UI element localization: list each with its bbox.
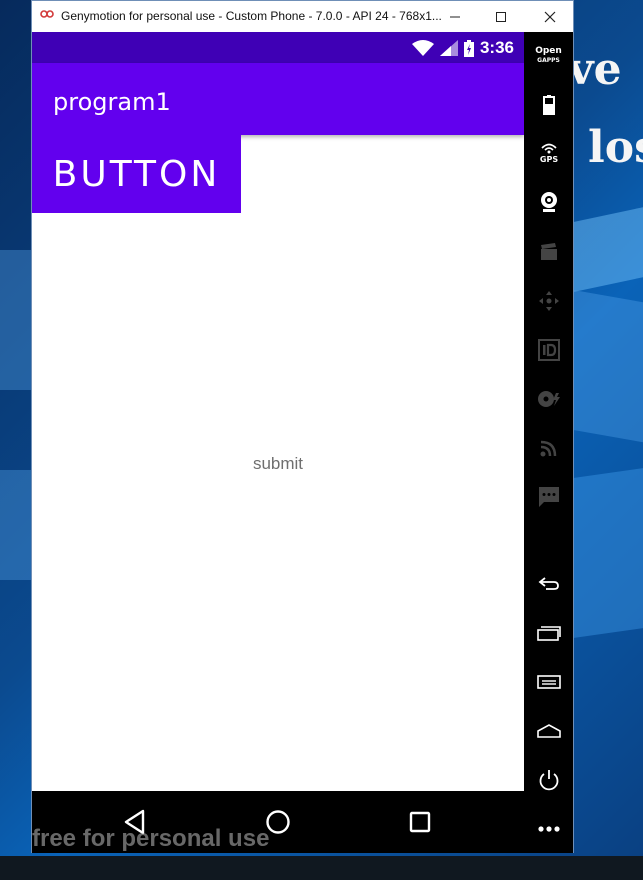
android-screen: 3:36 program1 BUTTON submit bbox=[32, 32, 524, 791]
toolbar-recents-button[interactable] bbox=[524, 615, 573, 651]
status-bar: 3:36 bbox=[32, 32, 524, 63]
cast-button[interactable] bbox=[524, 430, 573, 466]
webcam-icon bbox=[540, 192, 557, 212]
maximize-icon bbox=[496, 11, 506, 22]
app-title: program1 bbox=[53, 88, 171, 116]
power-button[interactable] bbox=[524, 762, 573, 798]
power-icon bbox=[539, 770, 558, 791]
submit-label: submit bbox=[252, 454, 304, 473]
gps-label: GPS bbox=[539, 155, 557, 164]
close-button[interactable] bbox=[527, 1, 573, 32]
dpad-icon bbox=[538, 291, 559, 311]
capture-icon bbox=[540, 243, 557, 260]
nav-bar: free for personal use bbox=[32, 791, 524, 853]
gps-icon: GPS bbox=[539, 143, 558, 164]
more-button[interactable] bbox=[524, 811, 573, 847]
back-icon bbox=[538, 577, 559, 590]
recents-icon bbox=[536, 626, 561, 641]
gps-button[interactable]: GPS bbox=[524, 134, 573, 170]
background-text-1: ve bbox=[568, 44, 622, 95]
minimize-button[interactable] bbox=[432, 1, 478, 32]
recents-icon bbox=[409, 811, 431, 833]
sms-icon bbox=[538, 487, 559, 507]
genymotion-logo-icon bbox=[40, 9, 54, 21]
app-bar: program1 bbox=[32, 63, 524, 135]
toolbar-menu-button[interactable] bbox=[524, 664, 573, 700]
disk-io-button[interactable] bbox=[524, 381, 573, 417]
disk-io-icon bbox=[537, 391, 560, 407]
menu-icon bbox=[536, 675, 561, 689]
toolbar-home-button[interactable] bbox=[524, 713, 573, 749]
opengapps-icon: Open GAPPS bbox=[535, 47, 562, 65]
battery-icon bbox=[542, 95, 555, 115]
main-button[interactable]: BUTTON bbox=[32, 135, 241, 213]
opengapps-line1: Open bbox=[535, 46, 562, 56]
maximize-button[interactable] bbox=[478, 1, 524, 32]
taskbar bbox=[0, 856, 643, 880]
battery-icon bbox=[463, 39, 474, 57]
genymotion-toolbar: Open GAPPS GPS bbox=[524, 32, 573, 853]
dpad-button[interactable] bbox=[524, 283, 573, 319]
sms-button[interactable] bbox=[524, 479, 573, 515]
cast-icon bbox=[540, 440, 556, 457]
battery-button[interactable] bbox=[524, 87, 573, 123]
opengapps-button[interactable]: Open GAPPS bbox=[524, 38, 573, 74]
minimize-icon bbox=[450, 16, 460, 17]
close-icon bbox=[544, 11, 556, 22]
device-id-button[interactable] bbox=[524, 332, 573, 368]
wifi-icon bbox=[411, 40, 434, 56]
capture-button[interactable] bbox=[524, 234, 573, 270]
watermark: free for personal use bbox=[32, 825, 270, 852]
more-icon bbox=[537, 826, 560, 832]
opengapps-line2: GAPPS bbox=[537, 57, 560, 64]
window-titlebar[interactable]: Genymotion for personal use - Custom Pho… bbox=[32, 1, 573, 32]
id-icon bbox=[537, 339, 560, 361]
emulator-window: Genymotion for personal use - Custom Pho… bbox=[31, 0, 574, 853]
cell-signal-icon bbox=[439, 40, 458, 56]
webcam-button[interactable] bbox=[524, 184, 573, 220]
nav-recents-button[interactable] bbox=[403, 805, 437, 839]
window-title: Genymotion for personal use - Custom Pho… bbox=[61, 9, 442, 23]
status-time: 3:36 bbox=[479, 38, 514, 57]
home-icon bbox=[536, 724, 561, 738]
toolbar-back-button[interactable] bbox=[524, 565, 573, 601]
background-text-2: los bbox=[588, 122, 643, 173]
